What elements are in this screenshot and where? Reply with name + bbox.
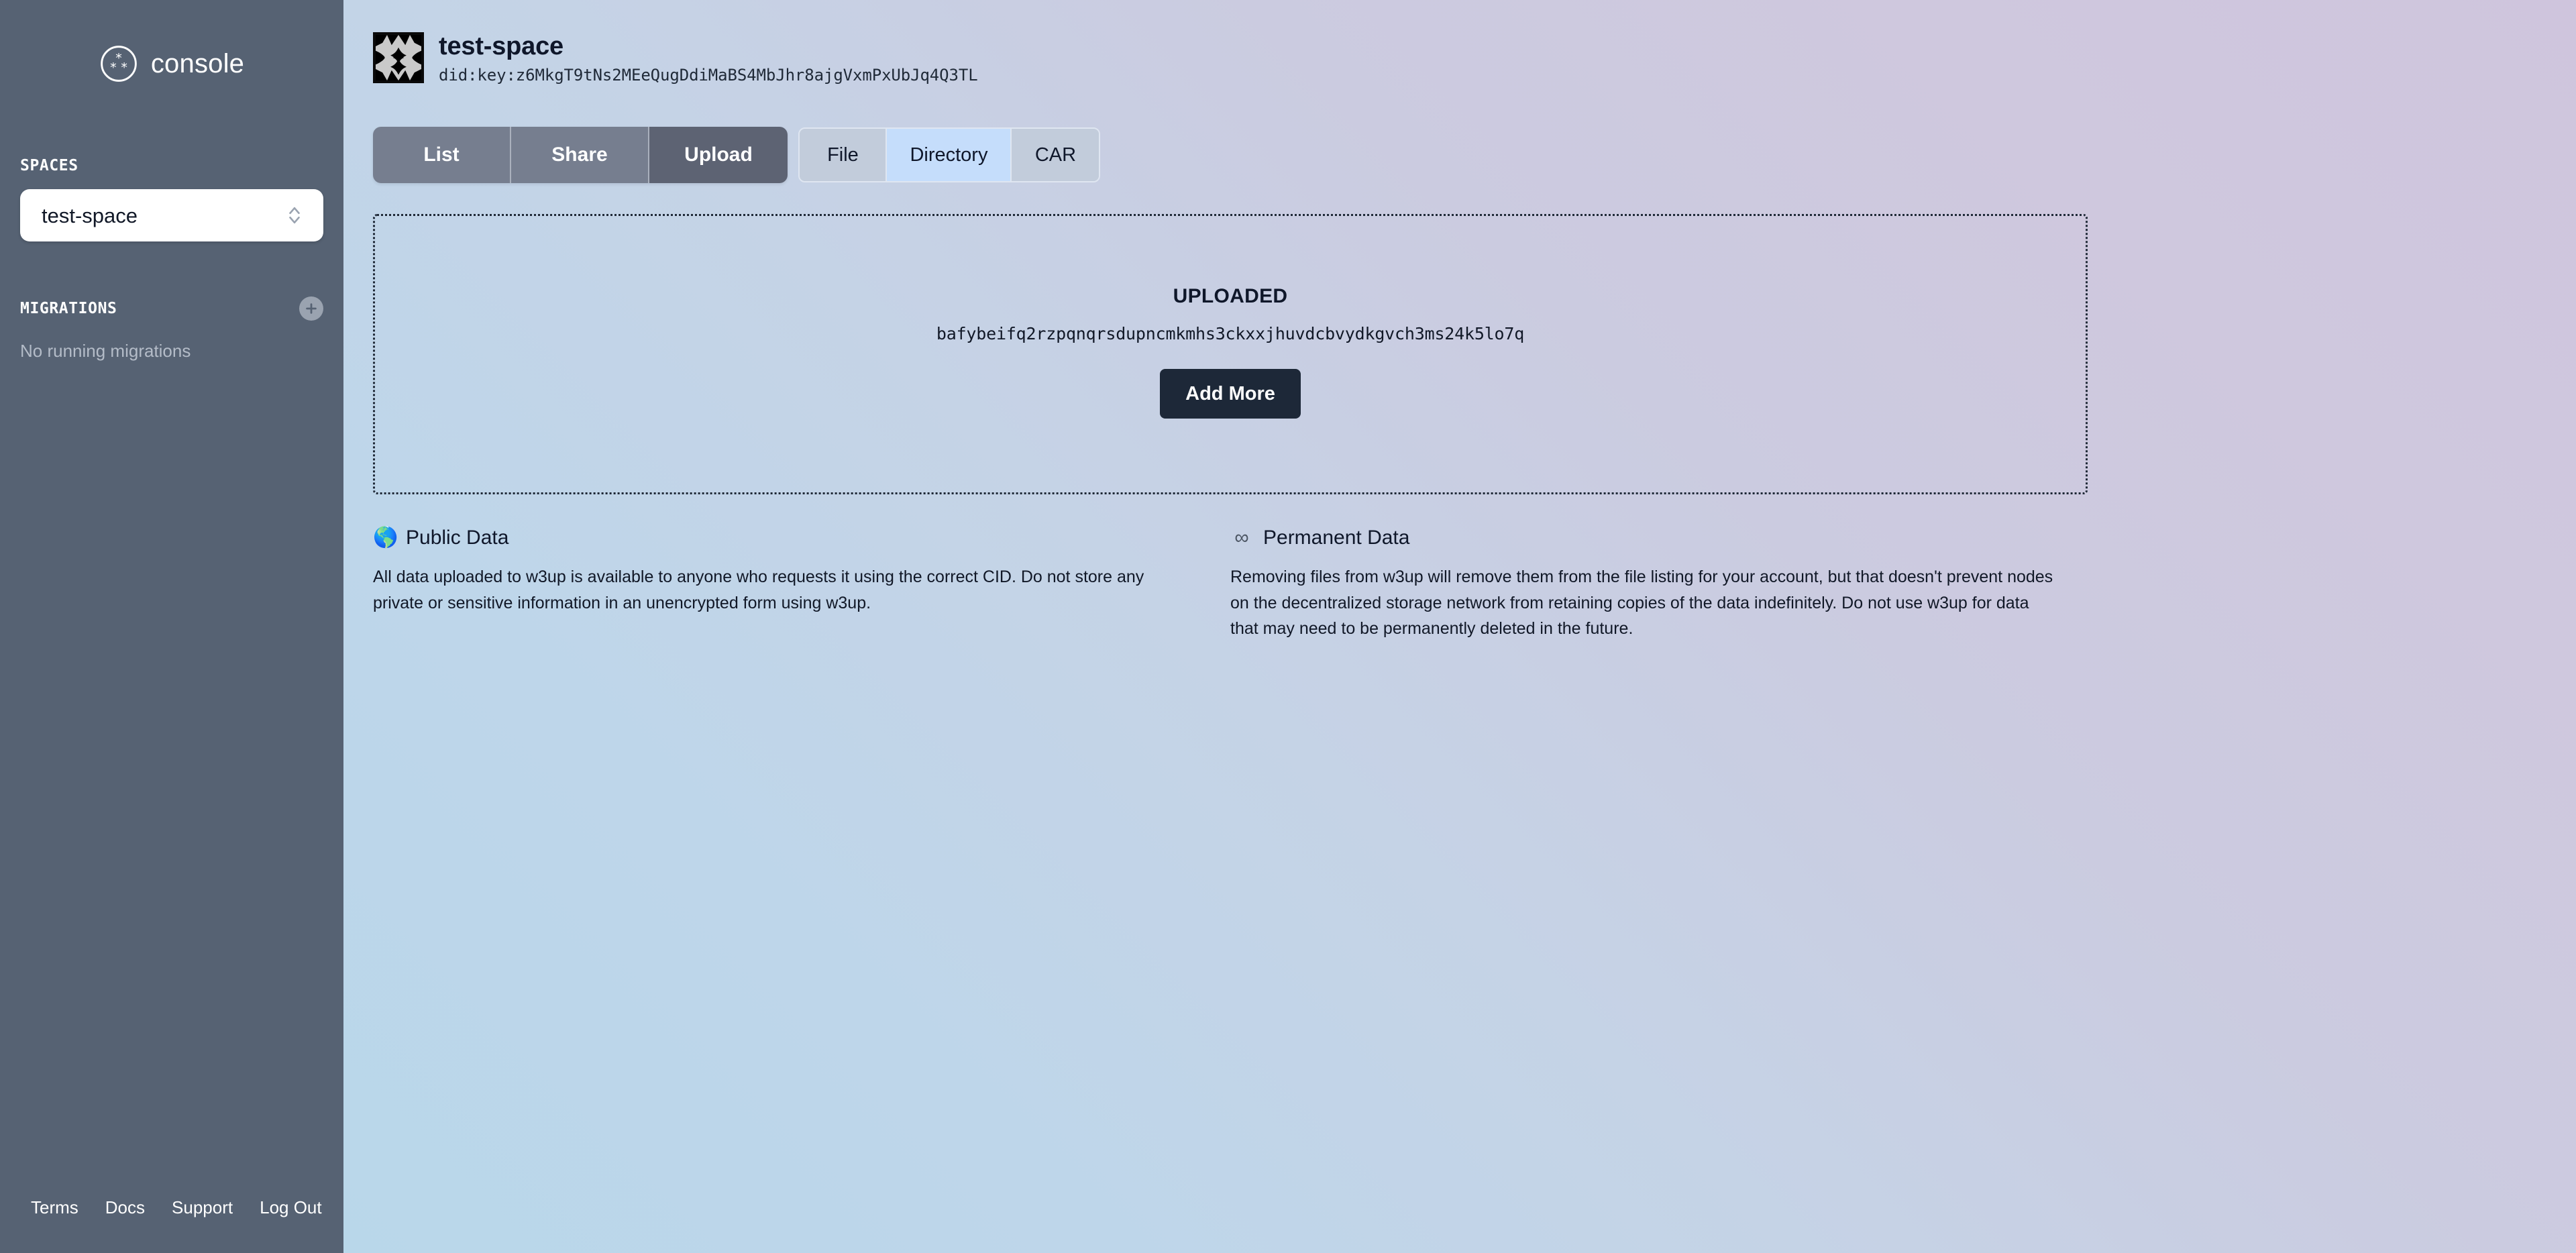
info-card-body: Removing files from w3up will remove the… [1230,567,2053,639]
info-card-public-data: 🌎 Public Data All data uploaded to w3up … [373,526,1230,642]
space-selector-value: test-space [42,203,138,227]
app-root: * * * console SPACES test-space MIGRATIO… [0,0,2576,1253]
spaces-section: SPACES test-space [0,157,343,241]
asterisk-circle-logo-icon: * * * [99,44,138,83]
brand-name: console [150,49,245,78]
svg-text:*: * [121,60,127,75]
info-card-body: All data uploaded to w3up is available t… [373,567,1144,612]
main-content: test-space did:key:z6MkgT9tNs2MEeQugDdiM… [343,0,2576,1253]
tab-car[interactable]: CAR [1012,129,1099,182]
page-title: test-space [439,32,564,60]
tab-list[interactable]: List [373,126,511,183]
add-more-button[interactable]: Add More [1160,369,1301,419]
migrations-section: MIGRATIONS No running migrations [0,296,343,362]
upload-dropzone[interactable]: UPLOADED bafybeifq2rzpqnqrsdupncmkmhs3ck… [373,213,2088,494]
info-card-permanent-data: ∞ Permanent Data Removing files from w3u… [1230,526,2088,642]
uploaded-cid: bafybeifq2rzpqnqrsdupncmkmhs3ckxxjhuvdcb… [936,324,1525,344]
tab-directory[interactable]: Directory [887,129,1012,182]
info-card-header: ∞ Permanent Data [1230,526,2088,549]
migrations-header: MIGRATIONS [20,296,323,321]
sidebar: * * * console SPACES test-space MIGRATIO… [0,0,343,1253]
globe-icon: 🌎 [373,526,398,549]
footer-link-support[interactable]: Support [172,1197,233,1218]
upload-status-label: UPLOADED [1173,285,1288,308]
sidebar-footer: Terms Docs Support Log Out [0,1197,343,1253]
infinity-icon: ∞ [1234,526,1249,549]
migrations-section-label: MIGRATIONS [20,300,117,317]
space-header: test-space did:key:z6MkgT9tNs2MEeQugDdiM… [365,31,2576,85]
space-identicon-avatar-icon [373,32,424,83]
space-selector[interactable]: test-space [20,189,323,241]
plus-icon [304,301,319,316]
tab-upload[interactable]: Upload [649,126,788,183]
tab-share[interactable]: Share [511,126,649,183]
info-card-title: Public Data [406,526,509,549]
svg-text:*: * [110,60,117,75]
info-cards: 🌎 Public Data All data uploaded to w3up … [373,526,2088,642]
footer-link-docs[interactable]: Docs [105,1197,145,1218]
migrations-empty-text: No running migrations [20,341,191,361]
footer-link-log-out[interactable]: Log Out [260,1197,322,1218]
space-did: did:key:z6MkgT9tNs2MEeQugDdiMaBS4MbJhr8a… [439,65,978,85]
tab-file[interactable]: File [800,129,888,182]
add-migration-button[interactable] [299,296,323,321]
chevron-up-down-icon [286,202,303,229]
spaces-section-label: SPACES [20,157,78,174]
brand[interactable]: * * * console [0,0,343,83]
info-card-header: 🌎 Public Data [373,526,1190,549]
info-card-title: Permanent Data [1263,526,1410,549]
footer-link-terms[interactable]: Terms [31,1197,78,1218]
secondary-tabs: File Directory CAR [798,127,1101,183]
primary-tabs: List Share Upload [373,126,788,183]
